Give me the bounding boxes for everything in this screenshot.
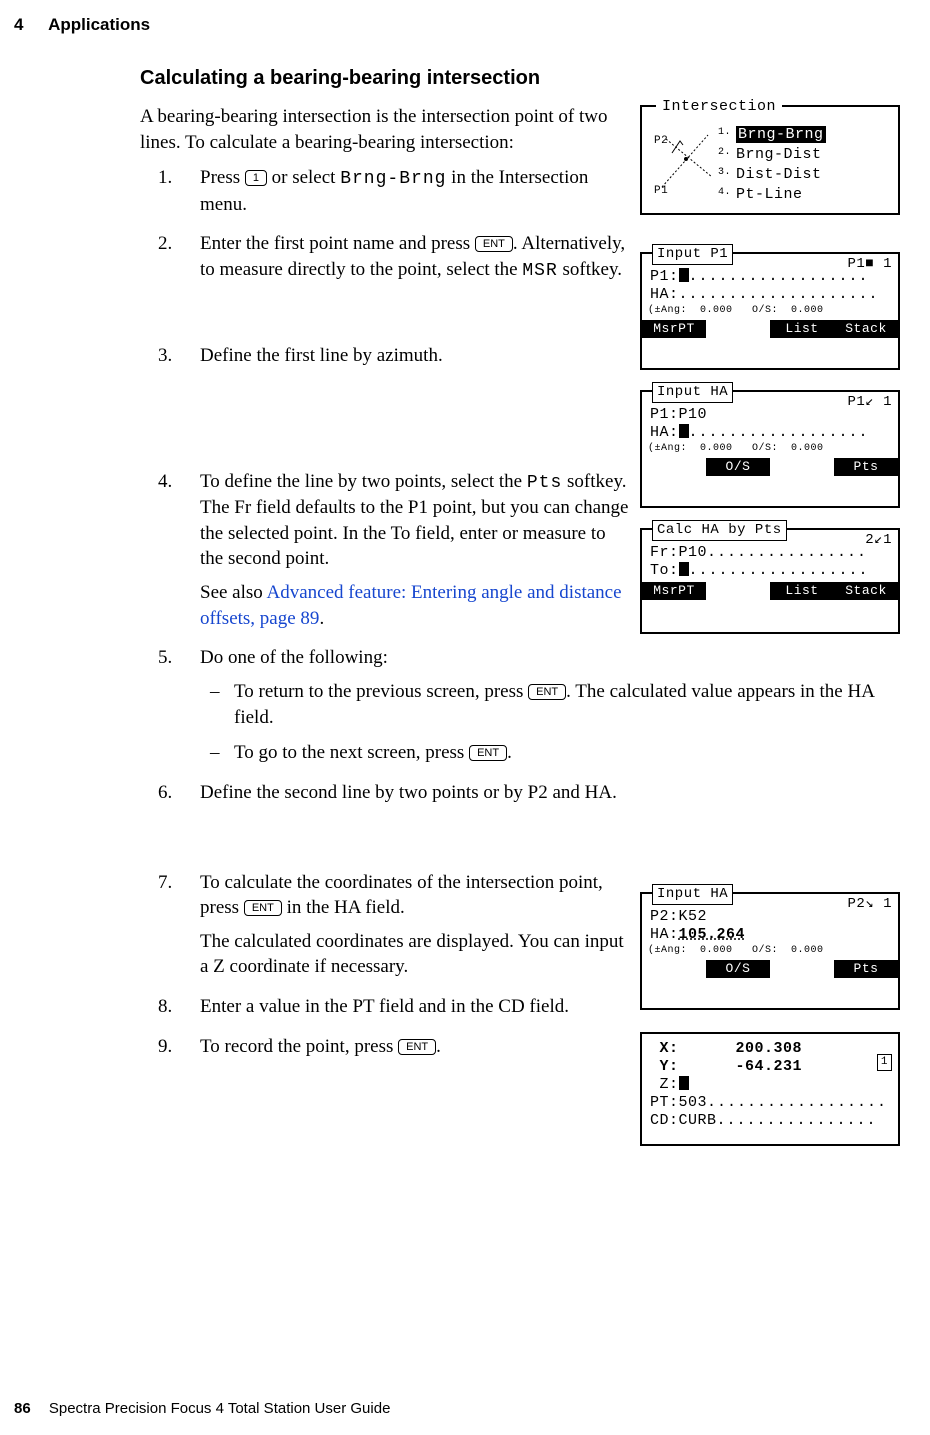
- page-badge-icon: 1: [877, 1054, 892, 1071]
- key-ent-icon: ENT: [469, 745, 507, 761]
- lcd-title: Input P1: [652, 244, 733, 265]
- softkey-pts: Pts: [527, 473, 562, 493]
- step-1: Press 1 or select Brng-Brng in the Inter…: [200, 165, 630, 217]
- menu-item-4: Pt-Line: [736, 186, 803, 203]
- softkey-pts: Pts: [834, 458, 898, 476]
- cursor-icon: [679, 268, 689, 282]
- page-footer: 86 Spectra Precision Focus 4 Total Stati…: [14, 1399, 390, 1419]
- step-5: Do one of the following: To return to th…: [200, 645, 900, 766]
- key-ent-icon: ENT: [528, 684, 566, 700]
- lcd-softkeys: O/S Pts: [642, 458, 898, 476]
- step-6: Define the second line by two points or …: [200, 780, 630, 806]
- softkey-stack: Stack: [834, 582, 898, 600]
- key-ent-icon: ENT: [475, 236, 513, 252]
- lcd-result: 1 X: 200.308 Y: -64.231 Z: PT:503.......…: [640, 1032, 900, 1146]
- lcd-softkeys: MsrPT List Stack: [642, 582, 898, 600]
- step-2: Enter the first point name and press ENT…: [200, 231, 630, 283]
- lcd-calc-ha: Calc HA by Pts 2↙1 Fr:P10...............…: [640, 528, 900, 634]
- softkey-list: List: [770, 320, 834, 338]
- corner-indicator-icon: P1↙ 1: [847, 396, 892, 408]
- step-7: To calculate the coordinates of the inte…: [200, 870, 630, 981]
- chapter-title: Applications: [48, 15, 150, 34]
- cursor-icon: [679, 1076, 689, 1090]
- svg-text:P2: P2: [654, 135, 668, 147]
- diagram-icon: P2 P1: [652, 125, 724, 197]
- softkey-list: List: [770, 582, 834, 600]
- step-5-option-1: To return to the previous screen, press …: [234, 679, 900, 730]
- key-ent-icon: ENT: [244, 900, 282, 916]
- lcd-input-ha-2: Input HA P2↘ 1 P2:K52 HA:105.264 (±Ang: …: [640, 892, 900, 1010]
- cursor-icon: [679, 424, 689, 438]
- softkey-pts: Pts: [834, 960, 898, 978]
- lcd-softkeys: MsrPT List Stack: [642, 320, 898, 338]
- softkey-os: O/S: [706, 960, 770, 978]
- chapter-number: 4: [14, 14, 44, 37]
- lcd-input-ha-1: Input HA P1↙ 1 P1:P10 HA:...............…: [640, 390, 900, 508]
- section-heading: Calculating a bearing-bearing intersecti…: [140, 65, 900, 92]
- key-1-icon: 1: [245, 170, 267, 186]
- step-3: Define the first line by azimuth.: [200, 343, 630, 369]
- step-5-option-2: To go to the next screen, press ENT.: [234, 740, 900, 766]
- corner-indicator-icon: 2↙1: [865, 534, 892, 546]
- menu-item-2: Brng-Dist: [736, 146, 822, 163]
- lcd-input-p1: Input P1 P1■ 1 P1:.................. HA:…: [640, 252, 900, 370]
- lcd-title: Input HA: [652, 884, 733, 905]
- softkey-stack: Stack: [834, 320, 898, 338]
- footer-title: Spectra Precision Focus 4 Total Station …: [49, 1400, 391, 1417]
- key-ent-icon: ENT: [398, 1039, 436, 1055]
- lcd-title: Input HA: [652, 382, 733, 403]
- lcd-intersection-menu: Intersection P2 P1 1.Brng-Brng 2.Brng-Di…: [640, 105, 900, 215]
- softkey-msrpt: MsrPT: [642, 320, 706, 338]
- corner-indicator-icon: P2↘ 1: [847, 898, 892, 910]
- softkey-msr: MSR: [522, 261, 557, 281]
- step-4: To define the line by two points, select…: [200, 469, 630, 632]
- intro-paragraph: A bearing-bearing intersection is the in…: [140, 104, 632, 155]
- step-5-options: To return to the previous screen, press …: [200, 679, 900, 766]
- corner-indicator-icon: P1■ 1: [847, 258, 892, 270]
- menu-option-brng-brng: Brng-Brng: [340, 169, 446, 189]
- menu-item-3: Dist-Dist: [736, 166, 822, 183]
- lcd-title: Intersection: [656, 97, 782, 117]
- lcd-softkeys: O/S Pts: [642, 960, 898, 978]
- svg-text:P1: P1: [654, 185, 668, 197]
- cursor-icon: [679, 562, 689, 576]
- page-header: 4 Applications: [14, 14, 916, 37]
- softkey-os: O/S: [706, 458, 770, 476]
- softkey-msrpt: MsrPT: [642, 582, 706, 600]
- lcd-title: Calc HA by Pts: [652, 520, 787, 541]
- menu-item-1: Brng-Brng: [736, 126, 826, 143]
- page-number: 86: [14, 1400, 31, 1417]
